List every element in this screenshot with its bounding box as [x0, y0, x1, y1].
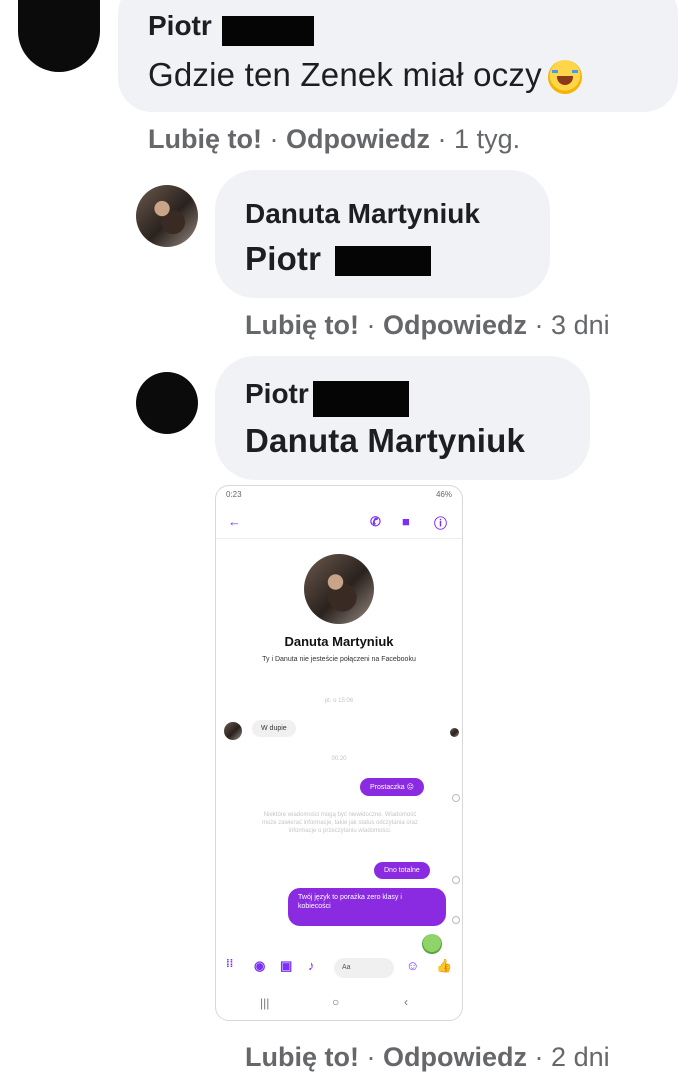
apps-icon[interactable]: ⁞⁞ [226, 958, 233, 970]
redaction-block [313, 380, 410, 417]
emoji-icon[interactable]: ☺ [406, 958, 419, 973]
contact-avatar [304, 554, 374, 624]
like-link[interactable]: Lubię to! [148, 124, 262, 154]
redaction-block [334, 246, 431, 277]
comment-author[interactable]: Piotr [148, 10, 212, 41]
status-bar: 0:23 46% [226, 490, 452, 499]
recent-apps-icon[interactable]: ||| [260, 996, 269, 1010]
comment-actions: Lubię to! · Odpowiedz · 3 dni [245, 310, 610, 340]
phone-icon[interactable]: ✆ [370, 514, 381, 530]
reply-link[interactable]: Odpowiedz [383, 1042, 527, 1072]
composer-bar: ⁞⁞ ◉ ▣ ♪ Aa ☺ 👍 [216, 956, 462, 982]
sent-status-icon [452, 876, 460, 884]
android-nav-bar: ||| ○ ‹ [216, 994, 462, 1018]
thumbs-up-icon[interactable]: 👍 [436, 958, 452, 974]
chat-header: ← ✆ ■ ⓘ [216, 508, 462, 539]
incoming-message: W dupie [252, 720, 296, 737]
message-input[interactable]: Aa [334, 958, 394, 978]
comment-author[interactable]: Piotr [245, 378, 309, 409]
reply-link[interactable]: Odpowiedz [383, 310, 527, 340]
gallery-icon[interactable]: ▣ [280, 958, 292, 974]
comment-timestamp[interactable]: 2 dni [551, 1042, 610, 1072]
system-notice: Niektóre wiadomości mogą być niewidoczne… [261, 812, 419, 834]
comment-timestamp[interactable]: 3 dni [551, 310, 610, 340]
comment-bubble: Danuta Martyniuk Piotr [215, 170, 550, 298]
comment-text: Danuta Martyniuk [245, 422, 526, 459]
laughing-emoji-icon [547, 60, 582, 95]
comment-timestamp[interactable]: 1 tyg. [454, 124, 520, 154]
comment-author[interactable]: Danuta Martyniuk [245, 198, 480, 230]
camera-icon[interactable]: ◉ [254, 958, 265, 974]
home-icon[interactable]: ○ [332, 995, 339, 1009]
back-arrow-icon[interactable]: ← [228, 514, 241, 529]
seen-avatar [450, 728, 459, 737]
comment-bubble: Piotr Gdzie ten Zenek miał oczy [118, 0, 678, 112]
avatar[interactable] [136, 185, 198, 247]
like-link[interactable]: Lubię to! [245, 1042, 359, 1072]
outgoing-message: Prostaczka ☹ [360, 778, 424, 796]
outgoing-message: Twój język to porażka zero klasy i kobie… [288, 888, 446, 926]
comment-text: Gdzie ten Zenek miał oczy [148, 56, 582, 95]
comment-text: Piotr [245, 240, 431, 278]
redaction-block [222, 15, 315, 46]
avatar[interactable] [136, 372, 198, 434]
mic-icon[interactable]: ♪ [308, 958, 315, 973]
sick-emoji-icon [422, 934, 442, 954]
outgoing-message: Dno totalne [374, 862, 430, 879]
avatar[interactable] [18, 0, 100, 72]
comment-actions: Lubię to! · Odpowiedz · 1 tyg. [148, 124, 521, 154]
info-icon[interactable]: ⓘ [434, 513, 447, 532]
comment-actions: Lubię to! · Odpowiedz · 2 dni [245, 1042, 610, 1072]
comment-bubble: Piotr Danuta Martyniuk [215, 356, 590, 480]
sent-status-icon [452, 916, 460, 924]
message-timestamp: pt. o 15:06 [324, 698, 354, 704]
back-icon[interactable]: ‹ [404, 995, 408, 1009]
sender-avatar [224, 722, 242, 740]
like-link[interactable]: Lubię to! [245, 310, 359, 340]
attached-screenshot[interactable]: 0:23 46% ← ✆ ■ ⓘ Danuta Martyniuk Ty i D… [215, 485, 463, 1021]
message-timestamp: 00:20 [331, 756, 347, 762]
reply-link[interactable]: Odpowiedz [286, 124, 430, 154]
connection-note: Ty i Danuta nie jesteście połączeni na F… [262, 656, 416, 663]
video-icon[interactable]: ■ [402, 514, 410, 529]
contact-name: Danuta Martyniuk [284, 634, 394, 649]
sent-status-icon [452, 794, 460, 802]
